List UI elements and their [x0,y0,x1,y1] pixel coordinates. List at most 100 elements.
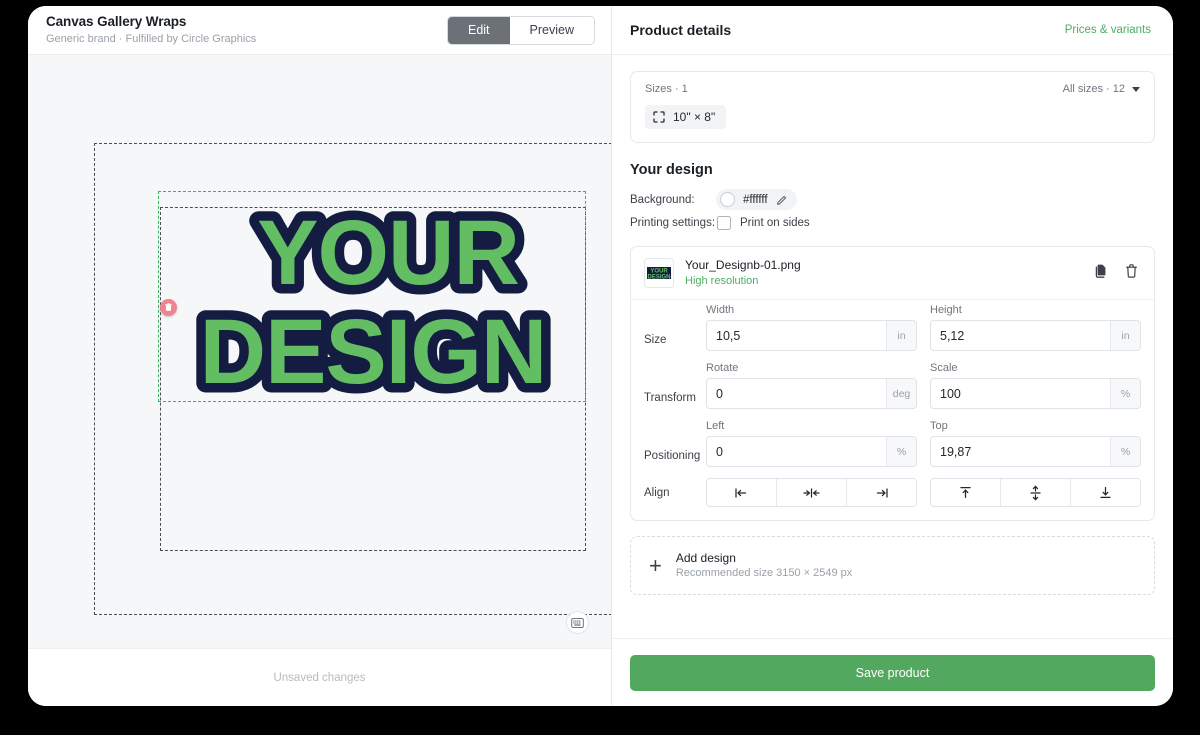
align-right-icon [876,487,888,498]
align-middle-button[interactable] [1001,479,1071,506]
background-row: Background: #ffffff [630,189,1155,210]
left-unit: % [886,437,916,466]
size-chip-label: 10" × 8" [673,110,716,124]
rotate-field-group: Rotate deg [706,362,917,420]
product-title-block: Canvas Gallery Wraps Generic brand · Ful… [46,14,447,47]
align-vertical-group [930,478,1141,507]
prices-variants-link[interactable]: Prices & variants [1065,24,1151,36]
scale-field-group: Scale % [930,362,1141,420]
transform-row: Transform Rotate deg Scale [644,362,1141,420]
size-row: Size Width in Height [644,304,1141,362]
positioning-row: Positioning Left % Top [644,420,1141,478]
rotate-caption: Rotate [706,362,739,374]
align-top-icon [960,486,971,499]
height-input[interactable] [931,321,1110,350]
keyboard-shortcuts-button[interactable] [566,611,589,634]
align-center-horizontal-icon [803,487,820,498]
top-input[interactable] [931,437,1110,466]
background-color-picker[interactable]: #ffffff [716,189,797,210]
left-input[interactable] [707,437,886,466]
unsaved-changes-status: Unsaved changes [273,671,366,684]
keyboard-icon [571,617,584,628]
sizes-count-label: Sizes · 1 [645,83,688,95]
copy-icon [1095,264,1106,278]
design-properties: Size Width in Height [631,300,1154,520]
save-product-button[interactable]: Save product [630,654,1155,691]
align-left-icon [735,487,747,498]
background-label: Background: [630,193,695,206]
design-file-name: Your_Designb-01.png [685,258,801,272]
align-horizontal-group [706,478,917,507]
plus-icon: + [649,552,662,578]
rotate-unit: deg [886,379,916,408]
delete-design-button[interactable] [1122,261,1141,286]
your-design-heading: Your design [630,162,713,178]
design-thumbnail-art: YOUR DESIGN [647,267,671,280]
design-file-meta: Your_Designb-01.png High resolution [685,258,1080,288]
sizes-card: Sizes · 1 All sizes · 12 10" × 8" [630,71,1155,143]
width-caption: Width [706,304,735,316]
app-window: Canvas Gallery Wraps Generic brand · Ful… [28,6,1173,706]
size-chip-10x8[interactable]: 10" × 8" [645,105,727,129]
details-title: Product details [630,22,732,38]
align-middle-icon [1030,484,1041,501]
design-artwork: YOUR YOUR DESIGN DESIGN [190,193,557,410]
align-bottom-button[interactable] [1071,479,1140,506]
page-title: Canvas Gallery Wraps [46,13,187,29]
design-selection-box[interactable]: YOUR YOUR DESIGN DESIGN [158,191,586,409]
product-subtitle: Generic brand · Fulfilled by Circle Grap… [46,32,257,45]
design-resolution-status: High resolution [685,275,759,287]
align-row-label: Align [644,486,670,499]
design-card: YOUR DESIGN Your_Designb-01.png High res… [630,246,1155,521]
align-center-horizontal-button[interactable] [777,479,847,506]
svg-text:DESIGN: DESIGN [200,301,547,403]
printing-settings-label: Printing settings: [630,217,716,229]
transform-row-label: Transform [644,392,696,404]
editor-footer: Unsaved changes [28,648,611,706]
align-row: Align [644,478,1141,507]
duplicate-design-button[interactable] [1091,261,1111,286]
canvas-stage[interactable]: YOUR YOUR DESIGN DESIGN [28,55,611,648]
all-sizes-dropdown[interactable]: All sizes · 12 [1063,83,1140,95]
background-hex-value: #ffffff [743,193,768,206]
align-top-button[interactable] [931,479,1001,506]
print-on-sides-checkbox[interactable] [717,216,731,230]
align-bottom-icon [1100,486,1111,499]
width-input[interactable] [707,321,886,350]
scale-caption: Scale [930,362,958,374]
delete-design-handle[interactable] [160,299,177,316]
add-design-button[interactable]: + Add design Recommended size 3150 × 254… [630,536,1155,595]
design-thumbnail: YOUR DESIGN [644,258,674,288]
height-unit: in [1110,321,1140,350]
scale-input[interactable] [931,379,1110,408]
chevron-down-icon [1132,86,1140,92]
top-field-group: Top % [930,420,1141,478]
details-footer: Save product [612,638,1173,706]
align-left-button[interactable] [707,479,777,506]
pencil-icon[interactable] [776,194,788,206]
svg-text:YOUR: YOUR [257,202,519,304]
editor-pane: Canvas Gallery Wraps Generic brand · Ful… [28,6,612,706]
align-right-button[interactable] [847,479,916,506]
details-header: Product details Prices & variants [612,6,1173,55]
top-caption: Top [930,420,948,432]
details-body: Sizes · 1 All sizes · 12 10" × 8" Your d… [612,55,1173,638]
top-unit: % [1110,437,1140,466]
svg-text:DESIGN: DESIGN [647,274,670,280]
print-on-sides-label: Print on sides [740,217,810,229]
add-design-subtitle: Recommended size 3150 × 2549 px [675,567,853,579]
width-field-group: Width in [706,304,917,362]
rotate-input[interactable] [707,379,886,408]
trash-icon [1126,263,1137,278]
tab-edit[interactable]: Edit [447,16,510,44]
tab-preview[interactable]: Preview [509,16,594,44]
height-caption: Height [930,304,962,316]
add-design-title: Add design [675,551,736,565]
width-unit: in [886,321,916,350]
svg-text:YOUR: YOUR [257,202,519,304]
all-sizes-label: All sizes · 12 [1062,83,1125,95]
svg-text:DESIGN: DESIGN [200,301,547,403]
positioning-row-label: Positioning [644,450,701,462]
printing-settings-row: Printing settings: Print on sides [630,216,1155,230]
mode-toggle[interactable]: Edit Preview [446,15,595,45]
